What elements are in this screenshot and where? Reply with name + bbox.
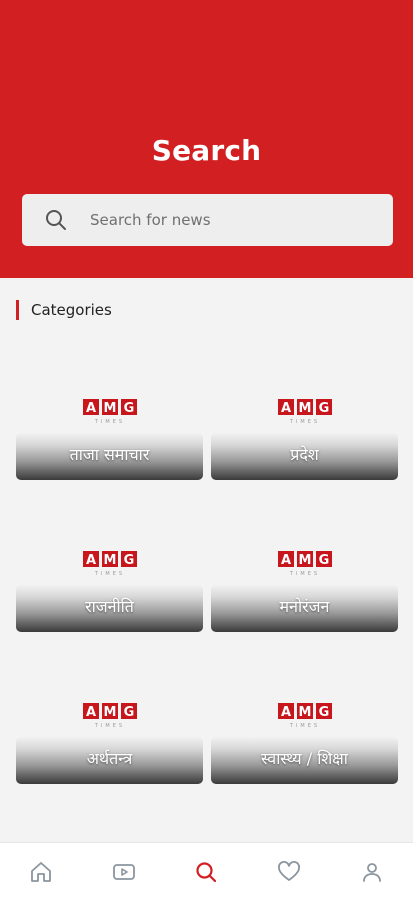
category-label: प्रदेश xyxy=(290,445,319,464)
amg-times-logo: A M G TIMES xyxy=(277,703,332,729)
search-bar[interactable] xyxy=(22,194,393,246)
category-card[interactable]: A M G TIMES मनोरंजन xyxy=(211,537,398,633)
tab-favorites[interactable] xyxy=(269,852,309,892)
svg-text:A: A xyxy=(280,401,290,416)
category-label-pill[interactable]: मनोरंजन xyxy=(211,585,398,632)
svg-text:M: M xyxy=(298,401,311,416)
svg-text:M: M xyxy=(298,705,311,720)
svg-text:TIMES: TIMES xyxy=(288,419,319,425)
svg-text:A: A xyxy=(85,401,95,416)
bottom-tab-bar xyxy=(0,842,413,900)
tab-search[interactable] xyxy=(186,852,226,892)
svg-text:G: G xyxy=(123,705,134,720)
category-label: राजनीति xyxy=(85,597,134,616)
tab-home[interactable] xyxy=(21,852,61,892)
svg-text:TIMES: TIMES xyxy=(93,723,124,729)
svg-text:M: M xyxy=(103,553,116,568)
svg-text:TIMES: TIMES xyxy=(93,571,124,577)
svg-text:A: A xyxy=(85,553,95,568)
category-label: मनोरंजन xyxy=(279,597,330,616)
categories-heading: Categories xyxy=(16,300,112,320)
section-accent-bar xyxy=(16,300,19,320)
svg-text:G: G xyxy=(318,705,329,720)
svg-text:A: A xyxy=(280,553,290,568)
search-icon xyxy=(196,861,217,882)
category-label-pill[interactable]: राजनीति xyxy=(16,585,203,632)
svg-text:G: G xyxy=(318,401,329,416)
category-card[interactable]: A M G TIMES राजनीति xyxy=(16,537,203,633)
svg-text:G: G xyxy=(318,553,329,568)
tab-profile[interactable] xyxy=(352,852,392,892)
category-label: ताजा समाचार xyxy=(69,445,150,464)
svg-text:A: A xyxy=(85,705,95,720)
amg-times-logo: A M G TIMES xyxy=(277,399,332,425)
svg-text:G: G xyxy=(123,553,134,568)
home-icon xyxy=(31,861,52,882)
tab-videos[interactable] xyxy=(104,852,144,892)
video-icon xyxy=(112,863,135,880)
category-label: स्वास्थ्य / शिक्षा xyxy=(261,749,348,768)
svg-text:TIMES: TIMES xyxy=(288,571,319,577)
search-input[interactable] xyxy=(90,211,350,229)
amg-times-logo: A M G TIMES xyxy=(82,551,137,577)
category-card[interactable]: A M G TIMES स्वास्थ्य / शिक्षा xyxy=(211,689,398,785)
category-card[interactable]: A M G TIMES ताजा समाचार xyxy=(16,385,203,481)
category-label: अर्थतन्त्र xyxy=(86,749,133,768)
categories-label: Categories xyxy=(31,301,112,319)
svg-text:M: M xyxy=(103,705,116,720)
search-icon xyxy=(46,210,66,230)
amg-times-logo: A M G TIMES xyxy=(82,703,137,729)
category-card[interactable]: A M G TIMES प्रदेश xyxy=(211,385,398,481)
category-label-pill[interactable]: प्रदेश xyxy=(211,433,398,480)
svg-text:TIMES: TIMES xyxy=(93,419,124,425)
amg-times-logo: A M G TIMES xyxy=(82,399,137,425)
user-icon xyxy=(362,862,381,882)
amg-times-logo: A M G TIMES xyxy=(277,551,332,577)
page-title: Search xyxy=(151,134,262,167)
category-card[interactable]: A M G TIMES अर्थतन्त्र xyxy=(16,689,203,785)
category-label-pill[interactable]: स्वास्थ्य / शिक्षा xyxy=(211,737,398,784)
header: Search xyxy=(0,0,413,278)
heart-icon xyxy=(278,860,301,881)
svg-text:A: A xyxy=(280,705,290,720)
category-label-pill[interactable]: ताजा समाचार xyxy=(16,433,203,480)
svg-text:TIMES: TIMES xyxy=(288,723,319,729)
svg-text:M: M xyxy=(298,553,311,568)
svg-text:G: G xyxy=(123,401,134,416)
category-label-pill[interactable]: अर्थतन्त्र xyxy=(16,737,203,784)
svg-text:M: M xyxy=(103,401,116,416)
